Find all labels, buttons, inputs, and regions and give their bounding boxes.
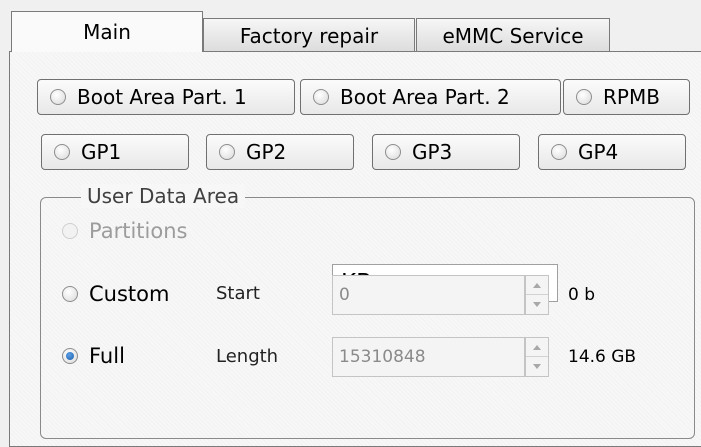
start-spin-up-button[interactable] [526,276,548,295]
length-input[interactable]: 15310848 [332,337,525,377]
start-size-value: 0 b [568,285,596,305]
gp1-button[interactable]: GP1 [41,134,189,170]
boot-area-part-1-button[interactable]: Boot Area Part. 1 [37,79,295,115]
radio-icon [62,286,78,302]
boot-area-part-1-label: Boot Area Part. 1 [77,85,247,109]
partitions-label: Partitions [89,219,188,243]
rpmb-button[interactable]: RPMB [563,79,690,115]
gp3-button[interactable]: GP3 [372,134,520,170]
custom-label: Custom [89,282,170,306]
radio-icon [62,223,78,239]
boot-area-part-2-label: Boot Area Part. 2 [340,85,510,109]
tab-emmc-service-label: eMMC Service [442,23,584,48]
start-spinner[interactable] [525,275,549,315]
start-spin-down-button[interactable] [526,295,548,314]
gp4-label: GP4 [578,140,619,164]
radio-icon [576,89,592,105]
radio-icon [551,144,567,160]
full-label: Full [89,344,125,368]
partitions-radio[interactable]: Partitions [62,219,187,243]
rpmb-label: RPMB [603,85,660,109]
gp4-button[interactable]: GP4 [538,134,686,170]
full-radio[interactable]: Full [62,344,125,368]
length-label: Length [216,346,279,367]
arrow-up-icon [533,282,541,288]
length-size-value: 14.6 GB [568,347,637,367]
gp2-button[interactable]: GP2 [206,134,354,170]
main-tab-panel: Boot Area Part. 1 Boot Area Part. 2 RPMB… [9,51,701,447]
arrow-up-icon [533,344,541,350]
radio-icon [313,89,329,105]
radio-icon [219,144,235,160]
start-input[interactable]: 0 [332,275,525,315]
start-value: 0 [339,285,350,305]
boot-area-part-2-button[interactable]: Boot Area Part. 2 [300,79,561,115]
length-spinner[interactable] [525,337,549,377]
length-value: 15310848 [339,347,426,367]
radio-icon [385,144,401,160]
tab-main-label: Main [83,20,131,44]
tab-bar: Main Factory repair eMMC Service [0,0,701,52]
tab-main[interactable]: Main [11,11,203,52]
gp3-label: GP3 [412,140,453,164]
radio-icon [54,144,70,160]
tab-factory-repair-label: Factory repair [239,23,379,48]
gp2-label: GP2 [246,140,287,164]
tab-emmc-service[interactable]: eMMC Service [416,18,610,52]
custom-radio[interactable]: Custom [62,282,169,306]
radio-icon [50,89,66,105]
arrow-down-icon [533,364,541,369]
user-data-area-legend: User Data Area [81,184,246,208]
length-spin-up-button[interactable] [526,338,548,357]
length-spin-down-button[interactable] [526,357,548,376]
start-label: Start [216,283,260,304]
arrow-down-icon [533,302,541,307]
gp1-label: GP1 [81,140,122,164]
tab-factory-repair[interactable]: Factory repair [203,18,415,52]
radio-icon [62,348,78,364]
